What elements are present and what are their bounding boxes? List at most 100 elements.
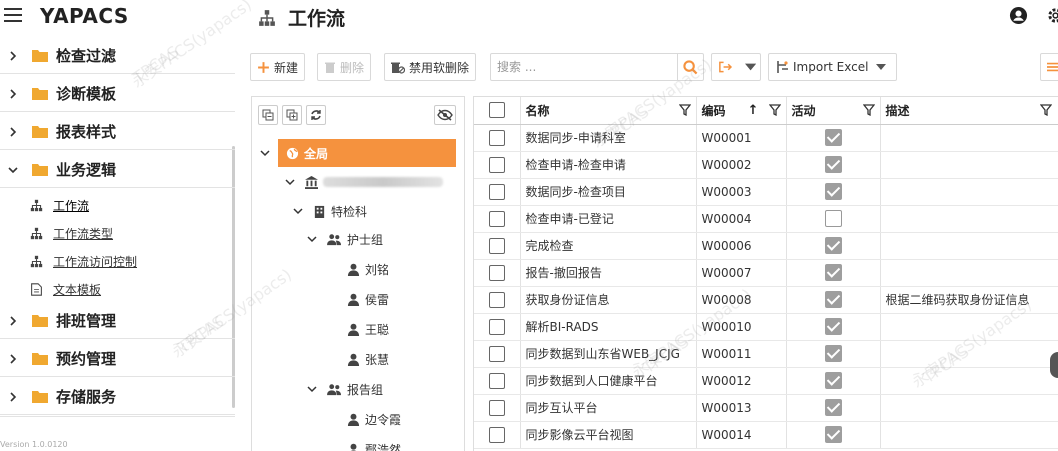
sidebar-subitem[interactable]: 文本模板: [0, 275, 235, 303]
tree-node-member[interactable]: 鄢浩然: [347, 436, 401, 451]
table-row[interactable]: 解析BI-RADS W00010: [474, 313, 1058, 341]
sidebar-item[interactable]: 业务逻辑: [0, 152, 235, 188]
active-checkbox[interactable]: [824, 129, 842, 146]
chevron-down-icon[interactable]: [307, 234, 317, 244]
table-row[interactable]: 同步互认平台 W00013: [474, 394, 1058, 422]
tree-node-department[interactable]: 特检科: [293, 198, 367, 224]
table-row[interactable]: 检查申请-检查申请 W00002: [474, 151, 1058, 179]
tree-node-root[interactable]: 全局: [260, 139, 456, 167]
column-header-name[interactable]: 名称: [520, 97, 697, 125]
active-checkbox[interactable]: [824, 156, 842, 173]
sidebar-item[interactable]: 排班管理: [0, 303, 235, 339]
column-header-code[interactable]: 编码 ↑: [696, 97, 787, 125]
row-checkbox[interactable]: [488, 345, 505, 362]
tree-node-group[interactable]: 护士组: [307, 226, 383, 252]
active-checkbox[interactable]: [824, 291, 842, 308]
active-checkbox[interactable]: [824, 399, 842, 416]
row-checkbox[interactable]: [488, 426, 505, 443]
filter-icon[interactable]: [768, 104, 781, 117]
user-account-icon[interactable]: [1009, 6, 1028, 25]
row-checkbox[interactable]: [488, 129, 505, 146]
cell-name: 检查申请-检查申请: [520, 151, 697, 179]
sort-ascending-icon[interactable]: ↑: [748, 103, 759, 118]
row-checkbox[interactable]: [488, 183, 505, 200]
tree-node-member[interactable]: 边令霞: [347, 406, 401, 432]
chevron-down-icon[interactable]: [260, 148, 270, 158]
active-checkbox[interactable]: [824, 183, 842, 200]
more-button[interactable]: [1040, 53, 1058, 81]
new-button-label: 新建: [274, 60, 299, 75]
table-row[interactable]: 完成检查 W00006: [474, 232, 1058, 260]
active-checkbox[interactable]: [824, 264, 842, 281]
import-excel-button[interactable]: Import Excel: [768, 53, 898, 81]
filter-icon[interactable]: [678, 104, 691, 117]
tree-node-institution[interactable]: [285, 169, 443, 195]
row-select-cell: [474, 394, 521, 422]
cell-active: [786, 259, 881, 287]
hamburger-menu-icon[interactable]: [4, 8, 22, 22]
gear-icon[interactable]: [1046, 6, 1058, 25]
tree-node-member[interactable]: 王聪: [347, 316, 389, 342]
row-checkbox[interactable]: [488, 318, 505, 335]
active-checkbox[interactable]: [824, 372, 842, 389]
search-icon: [683, 59, 698, 74]
active-checkbox[interactable]: [824, 345, 842, 362]
chevron-down-icon[interactable]: [307, 384, 317, 394]
table-row[interactable]: 数据同步-检查项目 W00003: [474, 178, 1058, 206]
floating-scroll-handle[interactable]: [1050, 352, 1058, 378]
row-checkbox[interactable]: [488, 291, 505, 308]
row-checkbox[interactable]: [488, 237, 505, 254]
delete-button[interactable]: 删除: [317, 53, 372, 81]
institution-icon: [305, 175, 318, 189]
active-checkbox[interactable]: [824, 426, 842, 443]
filter-icon[interactable]: [1039, 104, 1052, 117]
cell-active: [786, 421, 881, 449]
table-row[interactable]: 检查申请-已登记 W00004: [474, 205, 1058, 233]
row-checkbox[interactable]: [488, 399, 505, 416]
export-dropdown-button[interactable]: [711, 53, 761, 81]
table-row[interactable]: 报告-撤回报告 W00007: [474, 259, 1058, 287]
sidebar-subitem[interactable]: 工作流访问控制: [0, 247, 235, 275]
active-checkbox[interactable]: [824, 318, 842, 335]
chevron-down-icon[interactable]: [293, 206, 303, 216]
table-row[interactable]: 同步影像云平台视图 W00014: [474, 421, 1058, 449]
select-all-checkbox[interactable]: [488, 102, 505, 119]
tree-node-member[interactable]: 侯雷: [347, 286, 389, 312]
table-row[interactable]: 同步数据到山东省WEB_JCJG W00011: [474, 340, 1058, 368]
row-checkbox[interactable]: [488, 210, 505, 227]
tree-node-label: 鄢浩然: [365, 442, 402, 451]
tree-node-member[interactable]: 张慧: [347, 346, 389, 372]
column-header-desc[interactable]: 描述: [880, 97, 1058, 125]
toggle-visibility-button[interactable]: [434, 105, 456, 125]
file-text-icon: [31, 282, 42, 296]
tree-node-member[interactable]: 刘铭: [347, 256, 389, 282]
version-label: Version 1.0.0120: [0, 440, 68, 449]
select-all-cell: [474, 97, 521, 125]
refresh-tree-button[interactable]: [306, 105, 326, 125]
table-row[interactable]: 获取身份证信息 W00008 根据二维码获取身份证信息: [474, 286, 1058, 314]
sidebar-item[interactable]: 检查过滤: [0, 38, 235, 74]
sidebar-subitem[interactable]: 工作流类型: [0, 219, 235, 247]
search-button[interactable]: [677, 54, 703, 80]
search-input[interactable]: [491, 54, 671, 80]
row-checkbox[interactable]: [488, 264, 505, 281]
sidebar-subitem[interactable]: 工作流: [0, 191, 235, 219]
chevron-down-icon[interactable]: [285, 177, 295, 187]
table-row[interactable]: 数据同步-申请科室 W00001: [474, 124, 1058, 152]
soft-delete-button[interactable]: 禁用软删除: [384, 53, 477, 81]
sidebar-item[interactable]: 报表样式: [0, 114, 235, 150]
filter-icon[interactable]: [862, 104, 875, 117]
table-row[interactable]: 同步数据到人口健康平台 W00012: [474, 367, 1058, 395]
collapse-all-button[interactable]: [258, 105, 278, 125]
row-checkbox[interactable]: [488, 156, 505, 173]
expand-all-button[interactable]: [282, 105, 302, 125]
row-checkbox[interactable]: [488, 372, 505, 389]
tree-node-group[interactable]: 报告组: [307, 376, 383, 402]
sidebar-item[interactable]: 存储服务: [0, 379, 235, 415]
column-header-active[interactable]: 活动: [786, 97, 881, 125]
sidebar-item[interactable]: 诊断模板: [0, 76, 235, 112]
new-button[interactable]: 新建: [250, 53, 306, 81]
active-checkbox[interactable]: [824, 210, 842, 227]
active-checkbox[interactable]: [824, 237, 842, 254]
sidebar-item[interactable]: 预约管理: [0, 341, 235, 377]
